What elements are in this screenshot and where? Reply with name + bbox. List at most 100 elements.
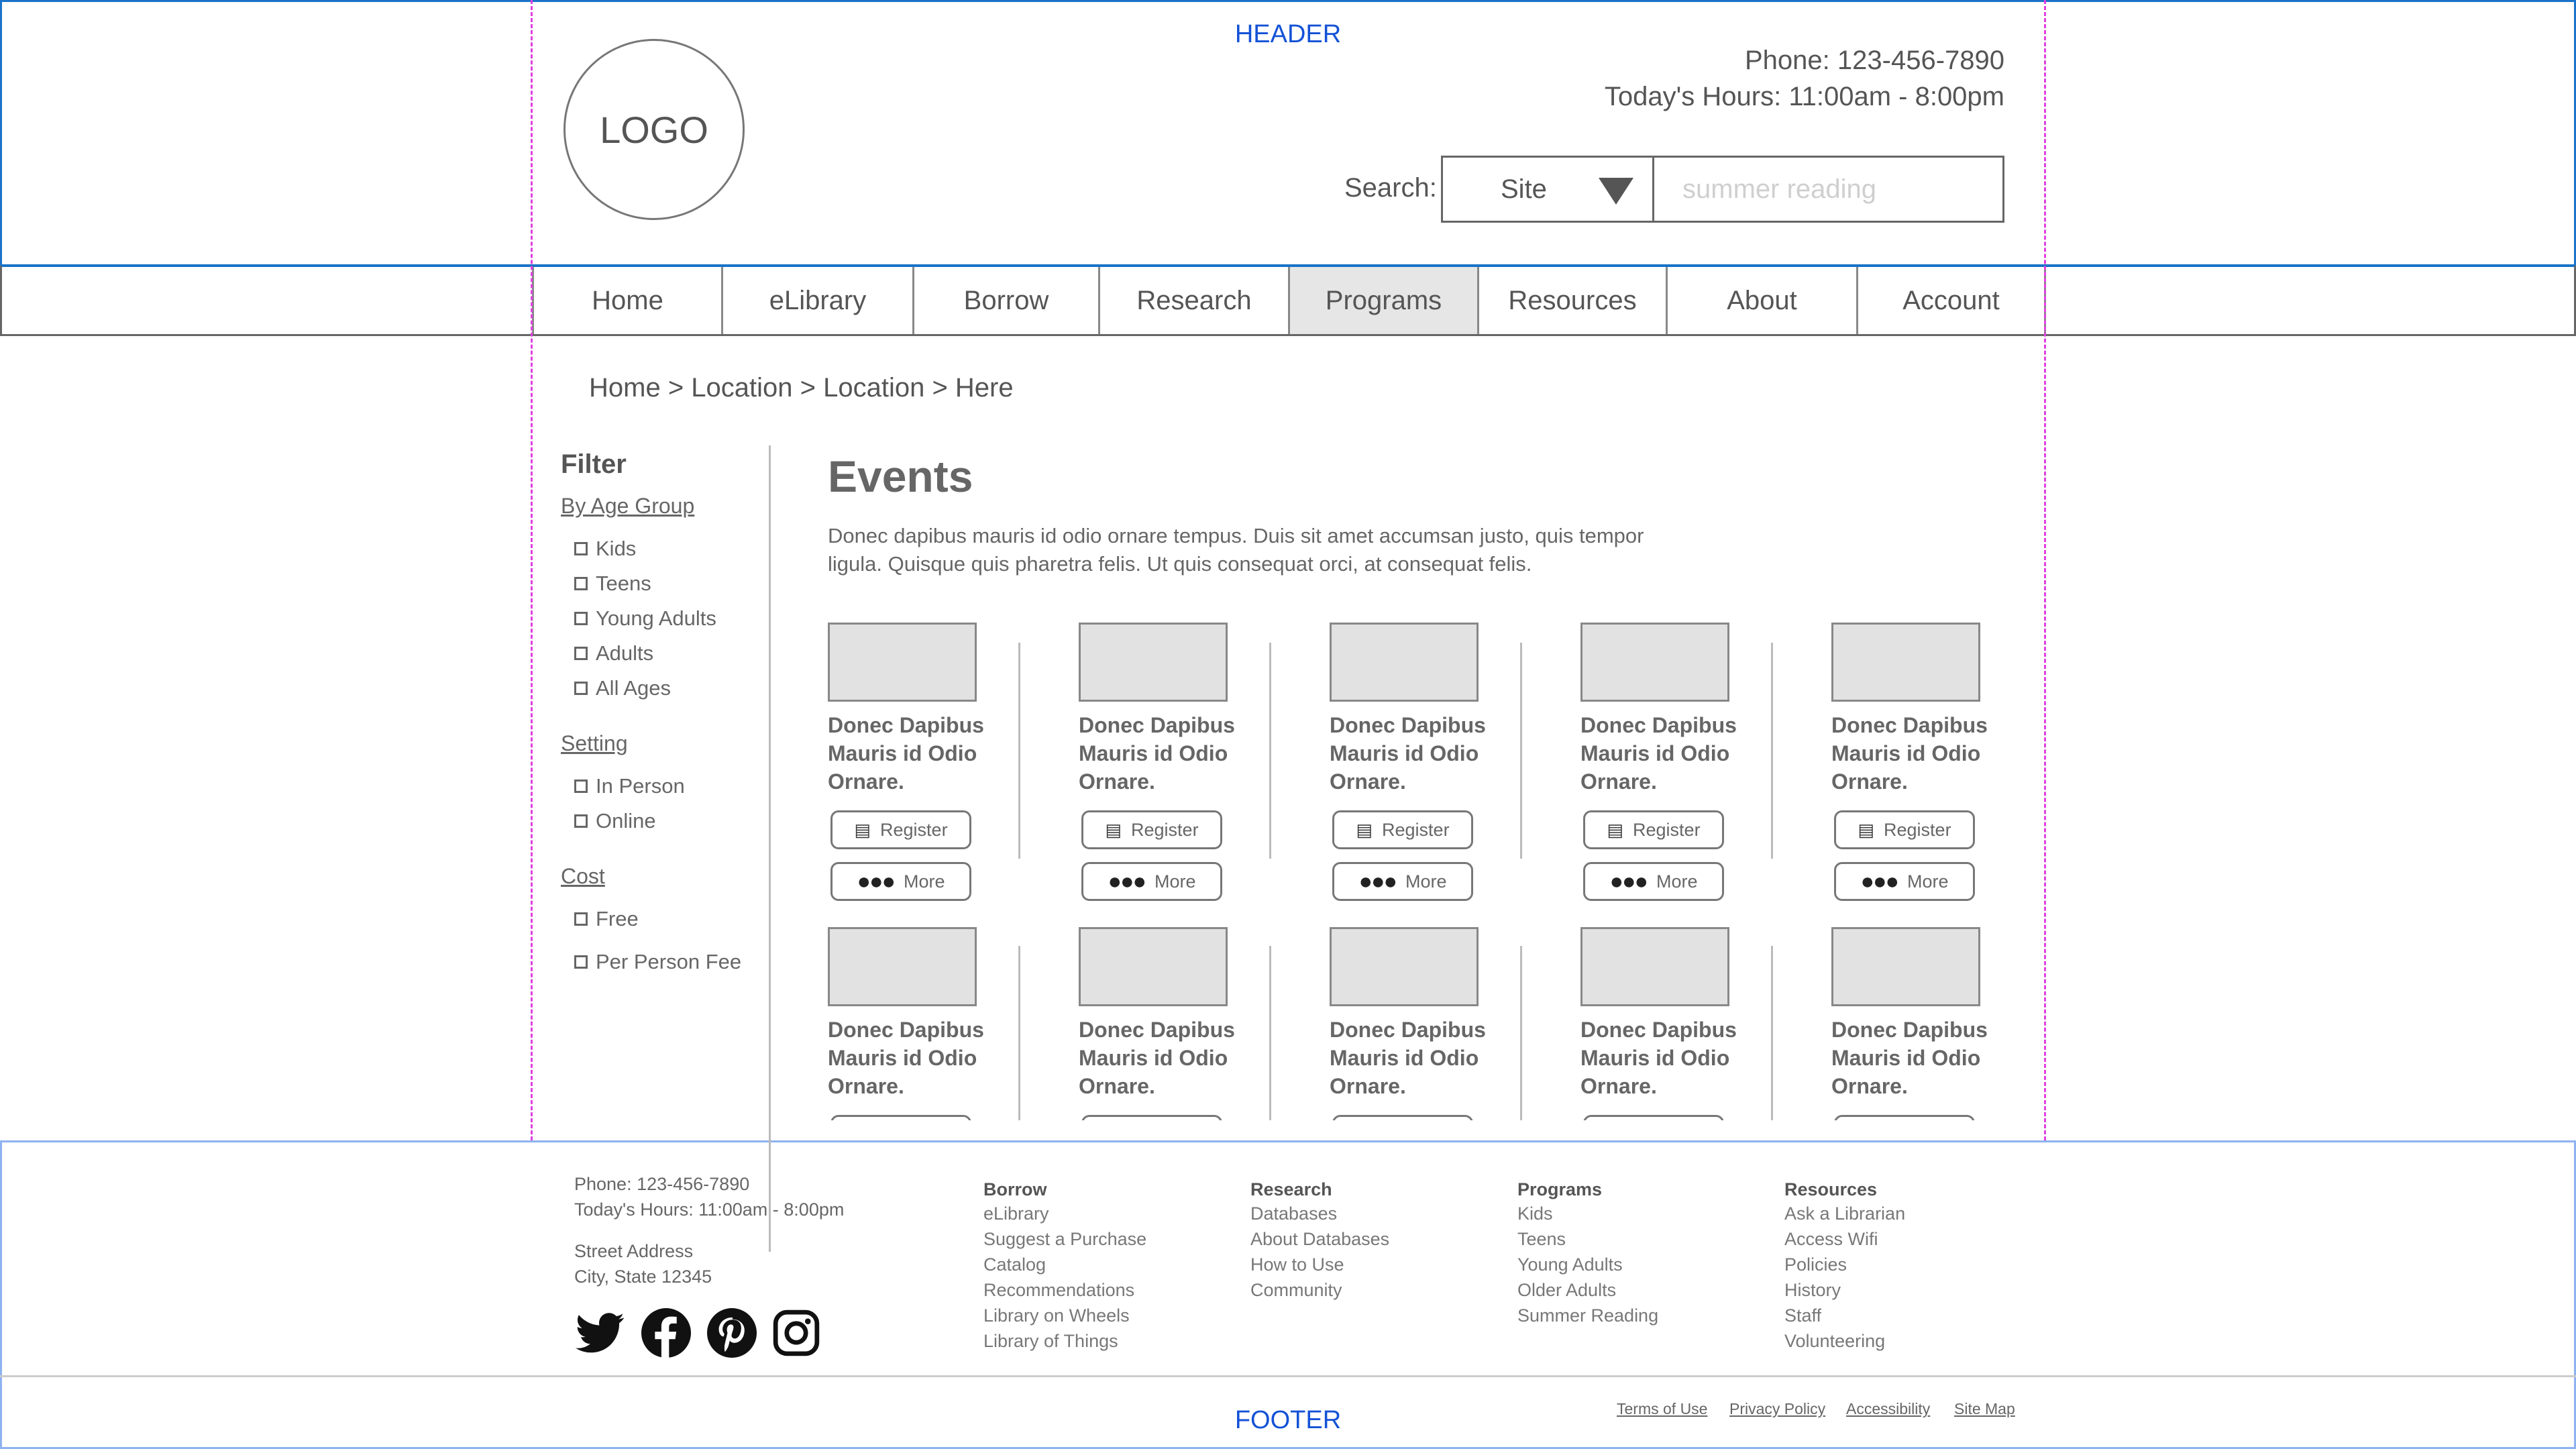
filter-heading-setting[interactable]: Setting — [561, 731, 628, 756]
nav-item-elibrary[interactable]: eLibrary — [721, 267, 912, 334]
event-title[interactable]: Donec Dapibus Mauris id Odio Ornare. — [1079, 711, 1253, 796]
event-image[interactable] — [1580, 927, 1729, 1006]
event-title[interactable]: Donec Dapibus Mauris id Odio Ornare. — [1330, 711, 1504, 796]
footer-column-heading[interactable]: Research — [1250, 1179, 1332, 1200]
filter-option-all-ages[interactable]: All Ages — [574, 676, 671, 700]
breadcrumb[interactable]: Home > Location > Location > Here — [589, 373, 1014, 403]
more-button[interactable]: ●●● More — [1332, 862, 1473, 901]
event-title[interactable]: Donec Dapibus Mauris id Odio Ornare. — [1831, 1016, 2006, 1100]
footer-label: FOOTER — [1234, 1406, 1342, 1434]
footer-link[interactable]: eLibrary — [983, 1201, 1049, 1226]
filter-option-per-person-fee[interactable]: Per Person Fee — [574, 950, 741, 974]
filter-option-adults[interactable]: Adults — [574, 641, 653, 665]
register-button[interactable]: ▤ Register — [830, 810, 971, 849]
legal-link-accessibility[interactable]: Accessibility — [1846, 1400, 1930, 1418]
filter-heading-age-group[interactable]: By Age Group — [561, 494, 694, 519]
legal-link-terms[interactable]: Terms of Use — [1617, 1400, 1707, 1418]
register-button[interactable]: ▤ Register — [1332, 810, 1473, 849]
more-button[interactable]: ●●● More — [830, 862, 971, 901]
footer-link[interactable]: Library of Things — [983, 1328, 1118, 1354]
event-image[interactable] — [1330, 927, 1479, 1006]
pinterest-icon[interactable] — [707, 1308, 757, 1358]
footer-link[interactable]: Catalog — [983, 1252, 1046, 1277]
search-label: Search: — [1344, 173, 1437, 203]
event-title[interactable]: Donec Dapibus Mauris id Odio Ornare. — [1580, 1016, 1755, 1100]
checkbox[interactable] — [574, 612, 588, 625]
footer-column-heading[interactable]: Borrow — [983, 1179, 1047, 1200]
footer-link[interactable]: Databases — [1250, 1201, 1337, 1226]
filter-option-online[interactable]: Online — [574, 809, 656, 833]
filter-option-in-person[interactable]: In Person — [574, 774, 685, 798]
footer-link[interactable]: Policies — [1784, 1252, 1847, 1277]
event-image[interactable] — [1831, 927, 1980, 1006]
legal-link-sitemap[interactable]: Site Map — [1954, 1400, 2015, 1418]
register-button[interactable]: ▤ Register — [1081, 810, 1222, 849]
filter-option-young-adults[interactable]: Young Adults — [574, 606, 716, 631]
footer-link[interactable]: Volunteering — [1784, 1328, 1885, 1354]
footer-link[interactable]: Kids — [1517, 1201, 1553, 1226]
nav-item-borrow[interactable]: Borrow — [912, 267, 1098, 334]
checkbox[interactable] — [574, 647, 588, 660]
nav-item-programs[interactable]: Programs — [1288, 267, 1477, 334]
footer-link[interactable]: Teens — [1517, 1226, 1566, 1252]
checkbox[interactable] — [574, 780, 588, 793]
search-scope-select[interactable]: Site — [1441, 156, 1654, 223]
more-button[interactable]: ●●● More — [1834, 862, 1975, 901]
footer-link[interactable]: Community — [1250, 1277, 1342, 1303]
event-image[interactable] — [1330, 623, 1479, 702]
event-image[interactable] — [828, 623, 977, 702]
footer-link[interactable]: Summer Reading — [1517, 1303, 1658, 1328]
footer-column-heading[interactable]: Resources — [1784, 1179, 1877, 1200]
footer-link[interactable]: Ask a Librarian — [1784, 1201, 1905, 1226]
filter-option-free[interactable]: Free — [574, 907, 639, 931]
event-title[interactable]: Donec Dapibus Mauris id Odio Ornare. — [1330, 1016, 1504, 1100]
filter-option-kids[interactable]: Kids — [574, 537, 636, 561]
twitter-icon[interactable] — [576, 1308, 625, 1358]
card-column-divider — [1771, 946, 1773, 1140]
event-title[interactable]: Donec Dapibus Mauris id Odio Ornare. — [1079, 1016, 1253, 1100]
footer-link[interactable]: Access Wifi — [1784, 1226, 1878, 1252]
footer-link[interactable]: Recommendations — [983, 1277, 1134, 1303]
footer-column-heading[interactable]: Programs — [1517, 1179, 1602, 1200]
logo[interactable]: LOGO — [564, 39, 745, 220]
footer-link[interactable]: Library on Wheels — [983, 1303, 1130, 1328]
instagram-icon[interactable] — [771, 1308, 821, 1358]
register-button[interactable]: ▤ Register — [1834, 810, 1975, 849]
facebook-icon[interactable] — [641, 1308, 691, 1358]
nav-item-research[interactable]: Research — [1098, 267, 1288, 334]
search-input[interactable] — [1652, 156, 2004, 223]
event-image[interactable] — [1079, 927, 1228, 1006]
filter-heading-cost[interactable]: Cost — [561, 864, 605, 889]
checkbox[interactable] — [574, 955, 588, 969]
event-title[interactable]: Donec Dapibus Mauris id Odio Ornare. — [1580, 711, 1755, 796]
checkbox[interactable] — [574, 912, 588, 926]
checkbox[interactable] — [574, 542, 588, 555]
legal-link-privacy[interactable]: Privacy Policy — [1729, 1400, 1825, 1418]
checkbox[interactable] — [574, 682, 588, 695]
ellipsis-icon: ●●● — [1358, 869, 1397, 894]
event-title[interactable]: Donec Dapibus Mauris id Odio Ornare. — [828, 1016, 1002, 1100]
footer-link[interactable]: How to Use — [1250, 1252, 1344, 1277]
event-image[interactable] — [1079, 623, 1228, 702]
checkbox[interactable] — [574, 814, 588, 828]
footer-link[interactable]: Suggest a Purchase — [983, 1226, 1146, 1252]
more-button[interactable]: ●●● More — [1081, 862, 1222, 901]
footer-link[interactable]: Young Adults — [1517, 1252, 1623, 1277]
filter-option-teens[interactable]: Teens — [574, 572, 651, 596]
nav-item-resources[interactable]: Resources — [1477, 267, 1666, 334]
footer-link[interactable]: Staff — [1784, 1303, 1821, 1328]
footer-link[interactable]: Older Adults — [1517, 1277, 1616, 1303]
event-image[interactable] — [828, 927, 977, 1006]
nav-item-home[interactable]: Home — [532, 267, 721, 334]
event-image[interactable] — [1580, 623, 1729, 702]
nav-item-about[interactable]: About — [1666, 267, 1856, 334]
footer-link[interactable]: About Databases — [1250, 1226, 1389, 1252]
event-title[interactable]: Donec Dapibus Mauris id Odio Ornare. — [828, 711, 1002, 796]
checkbox[interactable] — [574, 577, 588, 590]
event-image[interactable] — [1831, 623, 1980, 702]
event-title[interactable]: Donec Dapibus Mauris id Odio Ornare. — [1831, 711, 2006, 796]
footer-link[interactable]: History — [1784, 1277, 1841, 1303]
more-button[interactable]: ●●● More — [1583, 862, 1724, 901]
nav-item-account[interactable]: Account — [1856, 267, 2046, 334]
register-button[interactable]: ▤ Register — [1583, 810, 1724, 849]
